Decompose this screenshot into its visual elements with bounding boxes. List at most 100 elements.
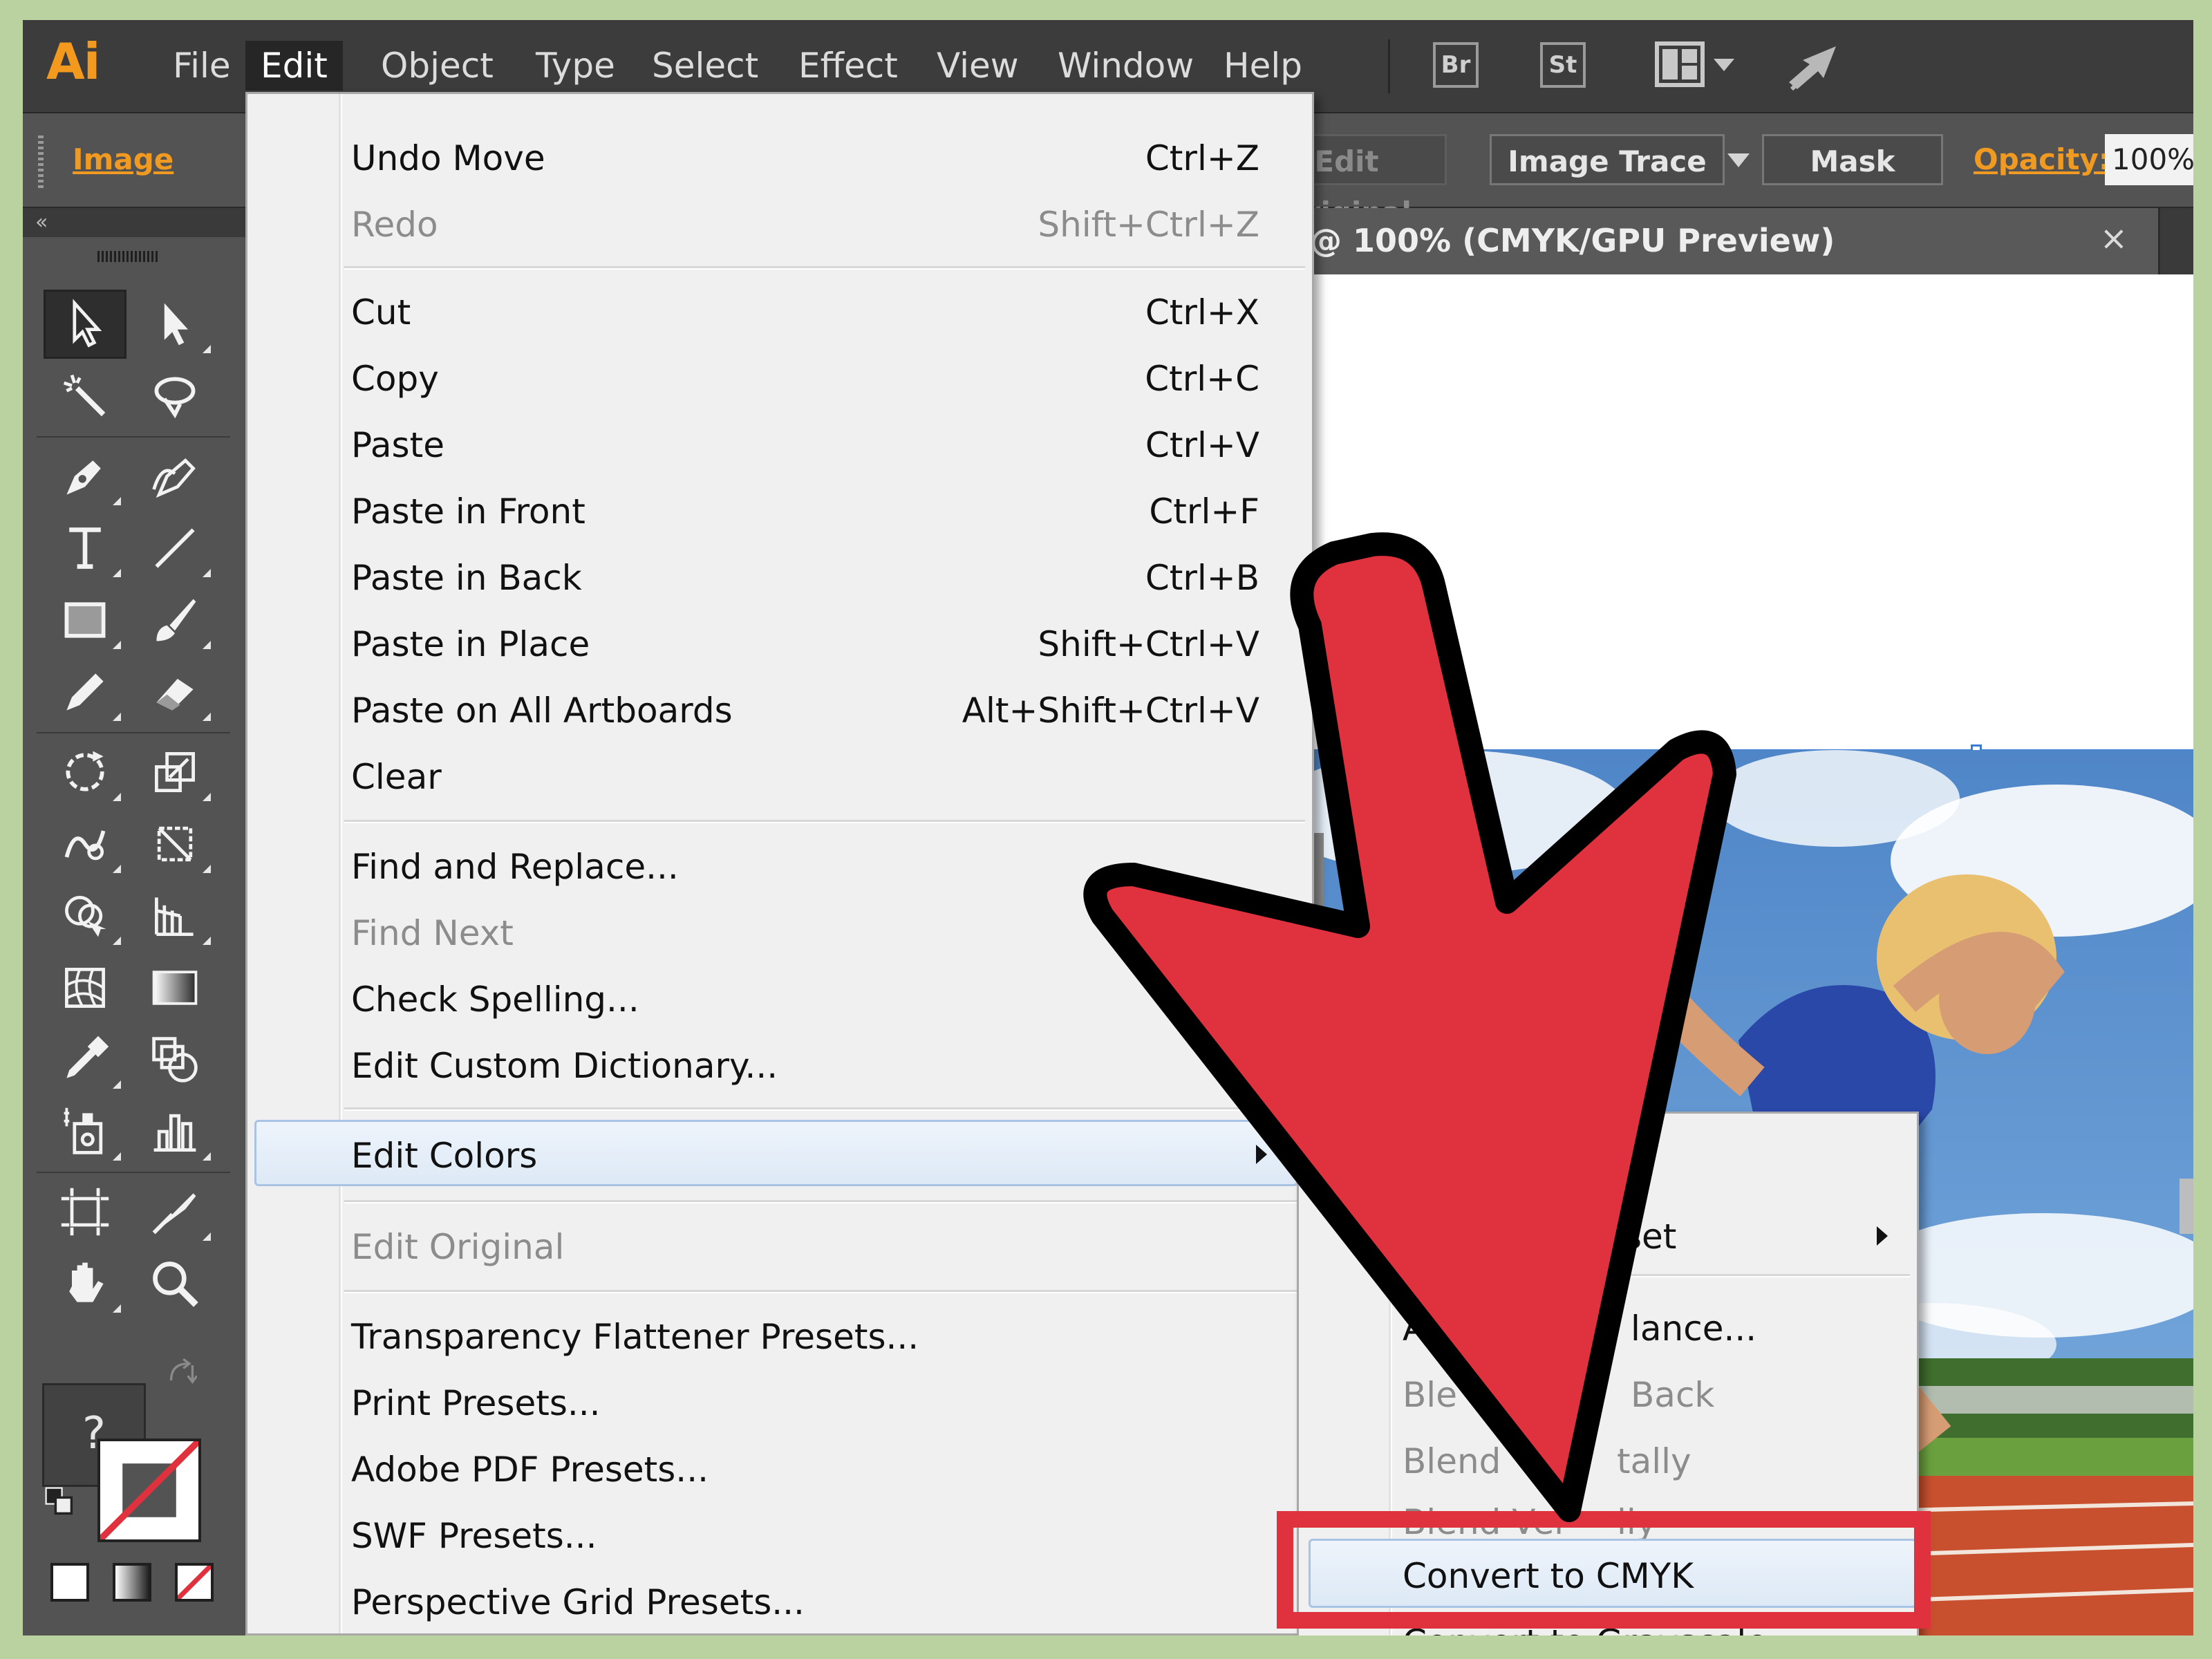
selection-tool[interactable] — [44, 290, 126, 359]
free-transform-tool[interactable] — [133, 809, 216, 879]
menu-select[interactable]: Select — [637, 41, 774, 91]
menu-item-label: Paste in Back — [351, 558, 582, 598]
bridge-button[interactable]: Br — [1433, 42, 1479, 88]
tools-panel-grip[interactable] — [97, 251, 160, 262]
slice-tool[interactable] — [133, 1177, 216, 1246]
menu-item-paste-in-back[interactable]: Paste in Back Ctrl+B — [247, 548, 1312, 606]
menu-item-print-presets[interactable]: Print Presets... — [247, 1374, 1312, 1432]
menu-item-blend-front-to-back: Ble Back — [1299, 1365, 1917, 1423]
menu-help[interactable]: Help — [1208, 41, 1318, 91]
menu-item-paste-in-place[interactable]: Paste in Place Shift+Ctrl+V — [247, 615, 1312, 673]
menu-separator — [344, 1107, 1305, 1111]
document-tab[interactable]: @ 100% (CMYK/GPU Preview) × — [1310, 208, 2160, 274]
control-bar-grip[interactable] — [38, 135, 44, 191]
none-slash-icon — [178, 1566, 211, 1599]
eyedropper-tool[interactable] — [44, 1025, 126, 1094]
menu-item-perspective-grid-presets[interactable]: Perspective Grid Presets... — [247, 1573, 1312, 1631]
tools-panel: « ? — [23, 208, 247, 1635]
warp-tool[interactable] — [44, 809, 126, 879]
pen-tool[interactable] — [44, 442, 126, 511]
menu-item-paste[interactable]: Paste Ctrl+V — [247, 415, 1312, 474]
menu-item-find-and-replace[interactable]: Find and Replace... — [247, 837, 1312, 895]
rectangle-tool[interactable] — [44, 585, 126, 655]
selection-arrow-icon — [73, 299, 102, 348]
tool-flyout-indicator — [203, 937, 211, 945]
document-tab-title: @ 100% (CMYK/GPU Preview) — [1310, 222, 1835, 259]
swap-fill-stroke-icon[interactable] — [161, 1356, 203, 1390]
menu-effect[interactable]: Effect — [783, 41, 913, 91]
menu-item-label: Transparency Flattener Presets... — [351, 1317, 919, 1357]
artboard-tool[interactable] — [44, 1177, 126, 1246]
submenu-arrow-icon — [1877, 1226, 1888, 1246]
type-tool[interactable] — [44, 514, 126, 583]
symbol-sprayer-tool[interactable] — [44, 1097, 126, 1166]
menu-object[interactable]: Object — [366, 41, 509, 91]
mesh-tool[interactable] — [44, 953, 126, 1022]
menu-item-check-spelling[interactable]: Check Spelling... C — [247, 970, 1312, 1028]
sync-settings-icon[interactable] — [1782, 41, 1844, 99]
collapse-panel-icon[interactable]: « — [23, 208, 245, 237]
menu-item-edit-custom-dictionary[interactable]: Edit Custom Dictionary... — [247, 1036, 1312, 1094]
zoom-tool[interactable] — [133, 1249, 216, 1318]
menu-item-paste-in-front[interactable]: Paste in Front Ctrl+F — [247, 482, 1312, 540]
image-trace-dropdown-icon[interactable] — [1727, 153, 1750, 167]
menu-file[interactable]: File — [158, 41, 246, 91]
stock-button[interactable]: St — [1540, 42, 1586, 88]
menu-item-blend-horizontally: Blend tally — [1299, 1432, 1917, 1490]
opacity-label[interactable]: Opacity: — [1974, 142, 2110, 176]
close-tab-icon[interactable]: × — [2100, 219, 2128, 258]
menu-item-edit-colors[interactable]: Edit Colors — [254, 1120, 1298, 1186]
menu-item-paste-on-all-artboards[interactable]: Paste on All Artboards Alt+Shift+Ctrl+V — [247, 681, 1312, 739]
menu-item-label: set — [1624, 1217, 1677, 1257]
paintbrush-tool[interactable] — [133, 585, 216, 655]
menu-view[interactable]: View — [921, 41, 1034, 91]
menu-item-cut[interactable]: Cut Ctrl+X — [247, 283, 1312, 341]
menu-item-adobe-pdf-presets[interactable]: Adobe PDF Presets... — [247, 1440, 1312, 1498]
menu-item-swf-presets[interactable]: SWF Presets... — [247, 1506, 1312, 1564]
menu-edit[interactable]: Edit — [245, 41, 343, 91]
slice-knife-icon — [152, 1193, 196, 1235]
curvature-tool[interactable] — [133, 442, 216, 511]
menu-item-clear[interactable]: Clear — [247, 747, 1312, 805]
menu-item-transparency-flattener-presets[interactable]: Transparency Flattener Presets... — [247, 1307, 1312, 1365]
rotate-tool[interactable] — [44, 738, 126, 807]
default-fill-stroke-icon[interactable] — [38, 1480, 79, 1521]
shape-builder-icon — [65, 896, 106, 937]
menu-type[interactable]: Type — [521, 41, 630, 91]
pencil-tool[interactable] — [44, 657, 126, 727]
blend-tool[interactable] — [133, 1025, 216, 1094]
menu-item-undo-move[interactable]: Undo Move Ctrl+Z — [247, 129, 1312, 187]
artboard-icon — [61, 1188, 109, 1236]
menu-item-label: Print Presets... — [351, 1383, 601, 1423]
none-mode-button[interactable] — [175, 1563, 214, 1602]
tool-separator — [37, 732, 230, 733]
column-graph-tool[interactable] — [133, 1097, 216, 1166]
magic-wand-tool[interactable] — [44, 362, 126, 431]
shape-builder-tool[interactable] — [44, 881, 126, 950]
scale-tool[interactable] — [133, 738, 216, 807]
tool-flyout-indicator — [203, 793, 211, 801]
menu-window[interactable]: Window — [1042, 41, 1209, 91]
eraser-tool[interactable] — [133, 657, 216, 727]
image-trace-button[interactable]: Image Trace — [1490, 134, 1725, 185]
menu-item-copy[interactable]: Copy Ctrl+C — [247, 349, 1312, 407]
gradient-tool[interactable] — [133, 953, 216, 1022]
selection-type-label[interactable]: Image — [73, 142, 174, 176]
hand-tool[interactable] — [44, 1249, 126, 1318]
tool-flyout-indicator — [113, 793, 121, 801]
direct-selection-tool[interactable] — [133, 290, 216, 359]
mask-button[interactable]: Mask — [1762, 134, 1943, 185]
line-segment-tool[interactable] — [133, 514, 216, 583]
menu-separator — [344, 1200, 1305, 1203]
stroke-color-box[interactable] — [97, 1438, 201, 1542]
gradient-mode-button[interactable] — [113, 1563, 151, 1602]
opacity-field[interactable]: 100% — [2105, 134, 2193, 185]
lasso-tool[interactable] — [133, 362, 216, 431]
perspective-grid-tool[interactable] — [133, 881, 216, 950]
menu-item-recolor-with-preset[interactable]: set — [1299, 1207, 1917, 1265]
menu-item-adjust-color-balance[interactable]: A lance... — [1299, 1299, 1917, 1357]
color-mode-button[interactable] — [50, 1563, 89, 1602]
menu-item-find-next: Find Next — [247, 903, 1312, 962]
workspace-layout-icon[interactable] — [1654, 41, 1744, 92]
menu-item-shortcut: Alt+Shift+Ctrl+V — [962, 691, 1259, 731]
